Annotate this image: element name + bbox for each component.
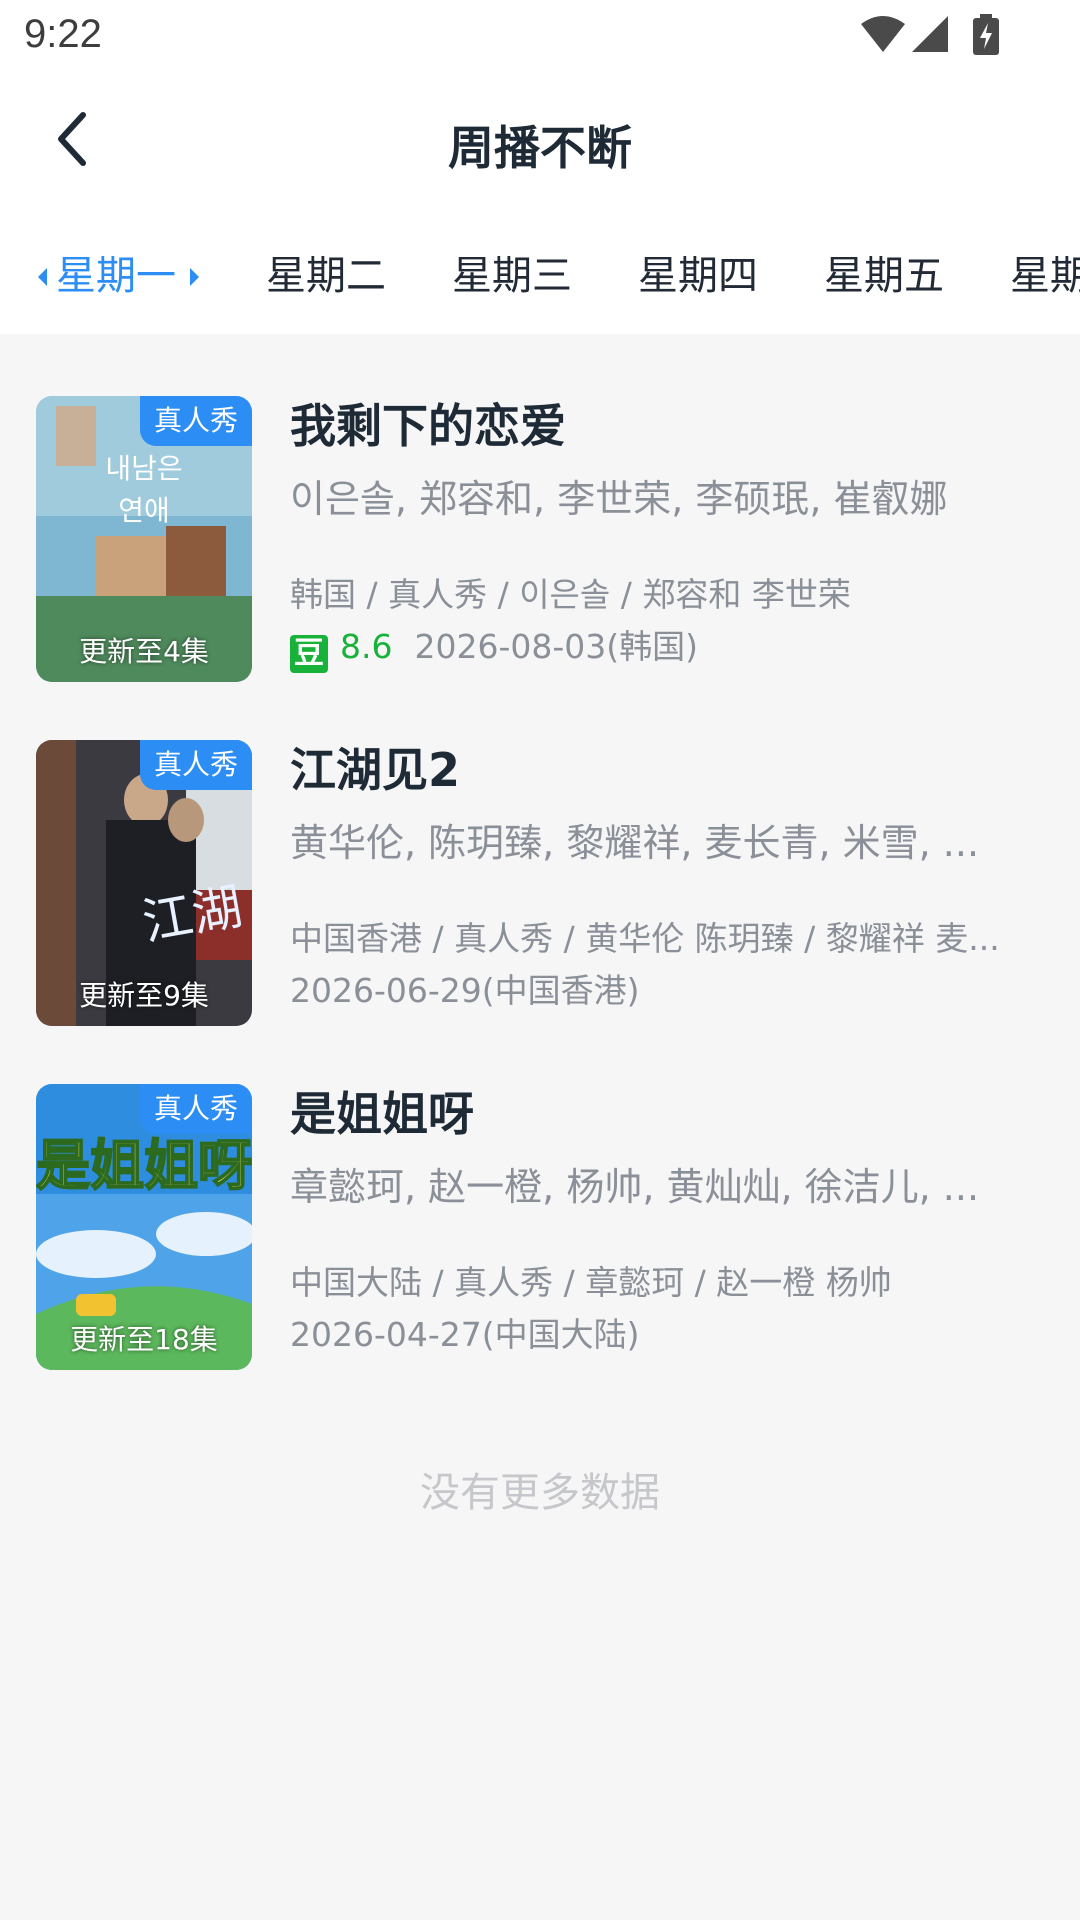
tab-friday[interactable]: 星期五 bbox=[824, 236, 944, 316]
status-bar: 9:22 bbox=[0, 0, 1080, 72]
weekday-tabs: 星期一 星期二 星期三 星期四 星期五 星期 bbox=[0, 236, 1080, 316]
poster-image: 是姐姐呀 真人秀 更新至18集 bbox=[36, 1084, 252, 1370]
list-item[interactable]: 江湖 真人秀 更新至9集 江湖见2 黄华伦, 陈玥臻, 黎耀祥, 麦长青, 米雪… bbox=[0, 740, 1080, 1026]
svg-text:연애: 연애 bbox=[118, 494, 170, 527]
battery-charging-icon bbox=[973, 14, 999, 55]
genre-tag: 真人秀 bbox=[139, 740, 252, 790]
show-title: 我剩下的恋爱 bbox=[290, 399, 566, 453]
status-time: 9:22 bbox=[24, 12, 102, 56]
svg-text:내남은: 내남은 bbox=[105, 452, 182, 485]
tab-thursday[interactable]: 星期四 bbox=[638, 236, 758, 316]
genre-tag: 真人秀 bbox=[139, 396, 252, 446]
show-meta: 中国香港 / 真人秀 / 黄华伦 陈玥臻 / 黎耀祥 麦... bbox=[290, 919, 1000, 958]
rating-date-line: 豆 8.6 2026-08-03(韩国) bbox=[290, 626, 1050, 673]
episode-status: 更新至9集 bbox=[79, 979, 209, 1012]
episode-status: 更新至18集 bbox=[70, 1323, 218, 1356]
wifi-icon bbox=[861, 16, 905, 52]
active-tab-right-marker bbox=[190, 268, 199, 286]
show-meta: 韩国 / 真人秀 / 이은솔 / 郑容和 李世荣 bbox=[290, 575, 851, 614]
genre-tag: 真人秀 bbox=[139, 1084, 252, 1134]
signal-icon bbox=[912, 16, 948, 52]
no-more-data-text: 没有更多数据 bbox=[420, 1470, 660, 1516]
page-title: 周播不断 bbox=[448, 121, 632, 175]
tab-saturday-partial[interactable]: 星期 bbox=[1010, 236, 1080, 316]
episode-status: 更新至4集 bbox=[79, 635, 209, 668]
show-cast: 이은솔, 郑容和, 李世荣, 李硕珉, 崔叡娜 bbox=[290, 477, 948, 521]
air-date: 2026-06-29(中国香港) bbox=[290, 971, 640, 1010]
poster-image: 江湖 真人秀 更新至9集 bbox=[36, 740, 252, 1026]
douban-icon: 豆 bbox=[290, 635, 328, 673]
list-item[interactable]: 내남은 연애 真人秀 更新至4集 我剩下的恋爱 이은솔, 郑容和, 李世荣, 李… bbox=[0, 396, 1080, 682]
rating-date-line: 2026-06-29(中国香港) bbox=[290, 970, 1050, 1012]
air-date: 2026-04-27(中国大陆) bbox=[290, 1315, 640, 1354]
show-cast: 章懿珂, 赵一橙, 杨帅, 黄灿灿, 徐洁儿, ... bbox=[290, 1165, 980, 1209]
show-meta: 中国大陆 / 真人秀 / 章懿珂 / 赵一橙 杨帅 bbox=[290, 1263, 892, 1302]
tab-wednesday[interactable]: 星期三 bbox=[452, 236, 572, 316]
list-item[interactable]: 是姐姐呀 真人秀 更新至18集 是姐姐呀 章懿珂, 赵一橙, 杨帅, 黄灿灿, … bbox=[0, 1084, 1080, 1370]
poster-image: 내남은 연애 真人秀 更新至4集 bbox=[36, 396, 252, 682]
rating-date-line: 2026-04-27(中国大陆) bbox=[290, 1314, 1050, 1356]
tab-monday[interactable]: 星期一 bbox=[56, 236, 176, 316]
show-title: 江湖见2 bbox=[290, 743, 461, 797]
air-date: 2026-08-03(韩国) bbox=[414, 627, 699, 666]
svg-text:是姐姐呀: 是姐姐呀 bbox=[36, 1134, 252, 1197]
show-cast: 黄华伦, 陈玥臻, 黎耀祥, 麦长青, 米雪, ... bbox=[290, 821, 980, 865]
douban-rating: 8.6 bbox=[340, 627, 393, 666]
top-area: 9:22 周播不断 星期一 星期二 星期三 星期四 星期五 星期 bbox=[0, 0, 1080, 334]
app-bar: 周播不断 bbox=[0, 80, 1080, 210]
active-tab-left-marker bbox=[38, 268, 47, 286]
tab-tuesday[interactable]: 星期二 bbox=[266, 236, 386, 316]
show-title: 是姐姐呀 bbox=[290, 1087, 474, 1141]
